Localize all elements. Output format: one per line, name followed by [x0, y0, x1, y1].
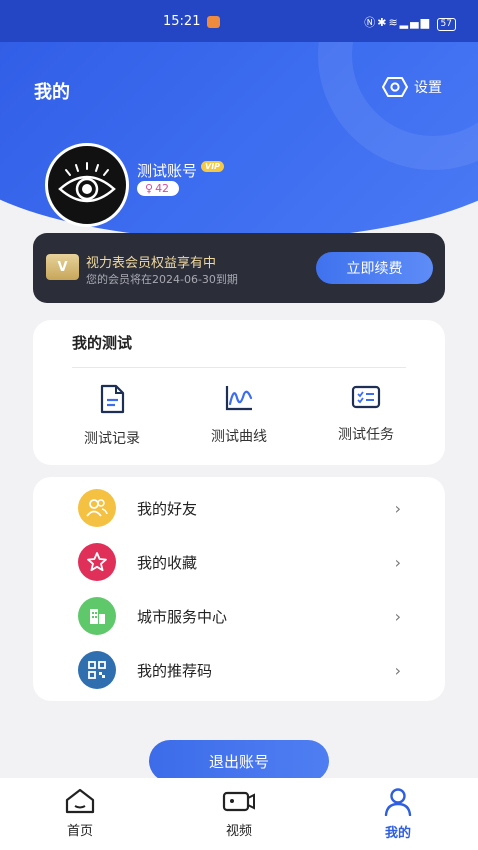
tab-video[interactable]: 视频: [199, 788, 279, 839]
star-icon: [78, 543, 116, 581]
bluetooth-icon: ✱: [377, 16, 389, 29]
bottom-tab-bar: 首页 视频 我的: [0, 778, 478, 850]
qr-code-icon: [78, 651, 116, 689]
eye-logo-icon: [58, 162, 116, 203]
my-tests-title: 我的测试: [72, 334, 133, 352]
menu-label-city-service: 城市服务中心: [137, 607, 228, 626]
menu-row-friends[interactable]: 我的好友 ›: [33, 481, 445, 535]
chevron-right-icon: ›: [394, 660, 401, 680]
points-badge: ♀ 42: [137, 181, 180, 196]
menu-row-favorites[interactable]: 我的收藏 ›: [33, 535, 445, 589]
menu-row-city-service[interactable]: 城市服务中心 ›: [33, 589, 445, 643]
status-time: 15:21: [163, 14, 201, 29]
signal-icon: ▂▄▆: [399, 16, 432, 29]
divider: [72, 367, 406, 368]
menu-label-favorites: 我的收藏: [137, 553, 198, 572]
renew-button[interactable]: 立即续费: [316, 252, 433, 284]
building-icon: [78, 597, 116, 635]
female-icon: ♀: [145, 182, 154, 195]
video-camera-icon: [222, 791, 255, 812]
chevron-right-icon: ›: [394, 606, 401, 626]
tab-home[interactable]: 首页: [40, 788, 120, 839]
avatar[interactable]: [45, 143, 129, 227]
username: 测试账号 VIP: [137, 160, 225, 181]
status-icons: Ⓝ✱≋▂▄▆ 57: [364, 14, 456, 31]
membership-banner[interactable]: V 视力表会员权益享有中 您的会员将在2024-06-30到期 立即续费: [33, 233, 445, 303]
profile-icon: [384, 788, 412, 816]
menu-list-card: 我的好友 › 我的收藏 › 城市服务中心 › 我的推荐码 ›: [33, 477, 445, 701]
document-icon: [100, 384, 125, 414]
chevron-right-icon: ›: [394, 498, 401, 518]
membership-title: 视力表会员权益享有中: [86, 256, 217, 271]
gear-icon: [382, 77, 408, 97]
task-list-icon: [351, 385, 381, 409]
settings-label: 设置: [414, 80, 442, 96]
curve-chart-icon: [225, 386, 253, 411]
membership-expiry: 您的会员将在2024-06-30到期: [86, 273, 238, 286]
friends-icon: [78, 489, 116, 527]
menu-label-friends: 我的好友: [137, 499, 198, 518]
username-text: 测试账号: [137, 162, 198, 180]
tab-video-label: 视频: [225, 824, 252, 839]
tab-home-label: 首页: [66, 824, 93, 839]
tab-profile[interactable]: 我的: [358, 788, 438, 841]
test-records-label: 测试记录: [84, 431, 140, 447]
test-records-item[interactable]: 测试记录: [57, 384, 167, 448]
my-tests-card: 我的测试 测试记录 测试曲线 测试任务: [33, 320, 445, 465]
menu-row-referral-code[interactable]: 我的推荐码 ›: [33, 643, 445, 697]
test-curve-label: 测试曲线: [211, 429, 267, 445]
home-icon: [65, 788, 95, 814]
test-tasks-item[interactable]: 测试任务: [311, 384, 421, 444]
page-title: 我的: [34, 82, 70, 103]
wifi-icon: ≋: [388, 16, 400, 29]
vip-badge: VIP: [201, 161, 225, 172]
test-tasks-label: 测试任务: [338, 427, 394, 443]
chevron-right-icon: ›: [394, 552, 401, 572]
settings-button[interactable]: 设置: [382, 76, 442, 98]
points-value: 42: [155, 182, 170, 195]
vip-card-icon: V: [46, 254, 79, 280]
battery-icon: 57: [436, 18, 456, 31]
logout-button[interactable]: 退出账号: [149, 740, 329, 782]
tab-profile-label: 我的: [384, 826, 411, 841]
notification-app-icon: [207, 16, 220, 28]
status-bar: 15:21 Ⓝ✱≋▂▄▆ 57: [0, 0, 478, 42]
menu-label-referral-code: 我的推荐码: [137, 661, 213, 680]
test-curve-item[interactable]: 测试曲线: [184, 384, 294, 446]
nfc-icon: Ⓝ: [364, 16, 378, 29]
